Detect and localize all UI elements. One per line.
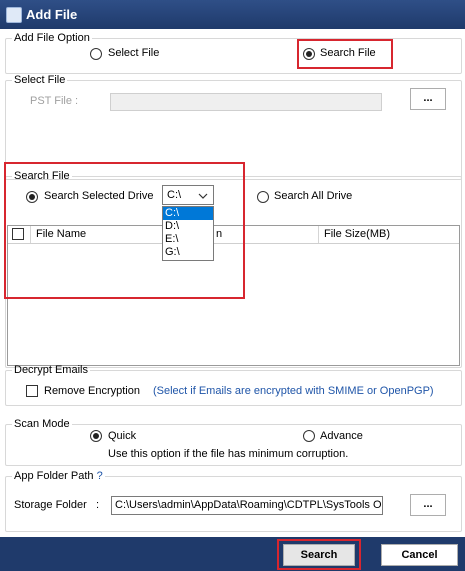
search-file-radio[interactable] [303,48,315,60]
search-all-drive-radio[interactable] [257,191,269,203]
column-file-size[interactable]: File Size(MB) [324,228,390,240]
select-file-legend: Select File [14,74,66,86]
drive-option[interactable]: E:\ [163,233,213,246]
drive-option[interactable]: G:\ [163,246,213,259]
search-selected-drive-radio[interactable] [26,191,38,203]
drive-option[interactable]: C:\ [163,207,213,220]
select-file-group: Select File [5,74,462,180]
advance-label[interactable]: Advance [320,430,363,442]
remove-encryption-label[interactable]: Remove Encryption [44,385,140,397]
drive-dropdown-list[interactable]: C:\ D:\ E:\ G:\ [162,206,214,261]
column-file-name[interactable]: File Name [36,228,86,240]
select-all-checkbox[interactable] [12,228,24,240]
select-file-label[interactable]: Select File [108,47,159,59]
drive-combobox-value: C:\ [167,189,182,201]
app-icon [6,7,22,23]
help-link[interactable]: ? [97,470,103,482]
scan-mode-legend: Scan Mode [14,418,70,430]
quick-label[interactable]: Quick [108,430,136,442]
quick-radio[interactable] [90,430,102,442]
chevron-down-icon [198,193,208,199]
remove-encryption-checkbox[interactable] [26,385,38,397]
pst-file-input[interactable] [110,93,382,111]
file-list-header: File Name n File Size(MB) [8,226,459,244]
decrypt-hint: (Select if Emails are encrypted with SMI… [153,385,434,397]
scan-mode-description: Use this option if the file has minimum … [108,448,349,460]
pst-browse-button[interactable]: ... [410,88,446,110]
drive-option[interactable]: D:\ [163,220,213,233]
advance-radio[interactable] [303,430,315,442]
search-file-label[interactable]: Search File [320,47,376,59]
search-all-drive-label[interactable]: Search All Drive [274,190,352,202]
storage-browse-button[interactable]: ... [410,494,446,516]
title-bar: Add File [0,0,465,29]
pst-file-label: PST File : [30,95,79,107]
search-selected-drive-label[interactable]: Search Selected Drive [44,190,153,202]
add-file-option-group: Add File Option [5,32,462,74]
app-folder-legend: App Folder Path ? [14,470,103,482]
cancel-button[interactable]: Cancel [381,544,458,566]
dialog-body: Add File Option Select File Search File … [0,29,465,537]
storage-folder-input[interactable]: C:\Users\admin\AppData\Roaming\CDTPL\Sys… [111,496,383,515]
file-list[interactable]: File Name n File Size(MB) [7,225,460,366]
column-partial[interactable]: n [216,228,222,240]
storage-folder-label: Storage Folder [14,499,87,511]
drive-combobox[interactable]: C:\ [162,185,214,205]
add-file-option-legend: Add File Option [14,32,90,44]
select-file-radio[interactable] [90,48,102,60]
storage-folder-colon: : [96,499,100,511]
decrypt-emails-legend: Decrypt Emails [14,364,88,376]
window-title: Add File [26,7,78,22]
search-file-legend: Search File [14,170,70,182]
search-button[interactable]: Search [283,544,355,566]
